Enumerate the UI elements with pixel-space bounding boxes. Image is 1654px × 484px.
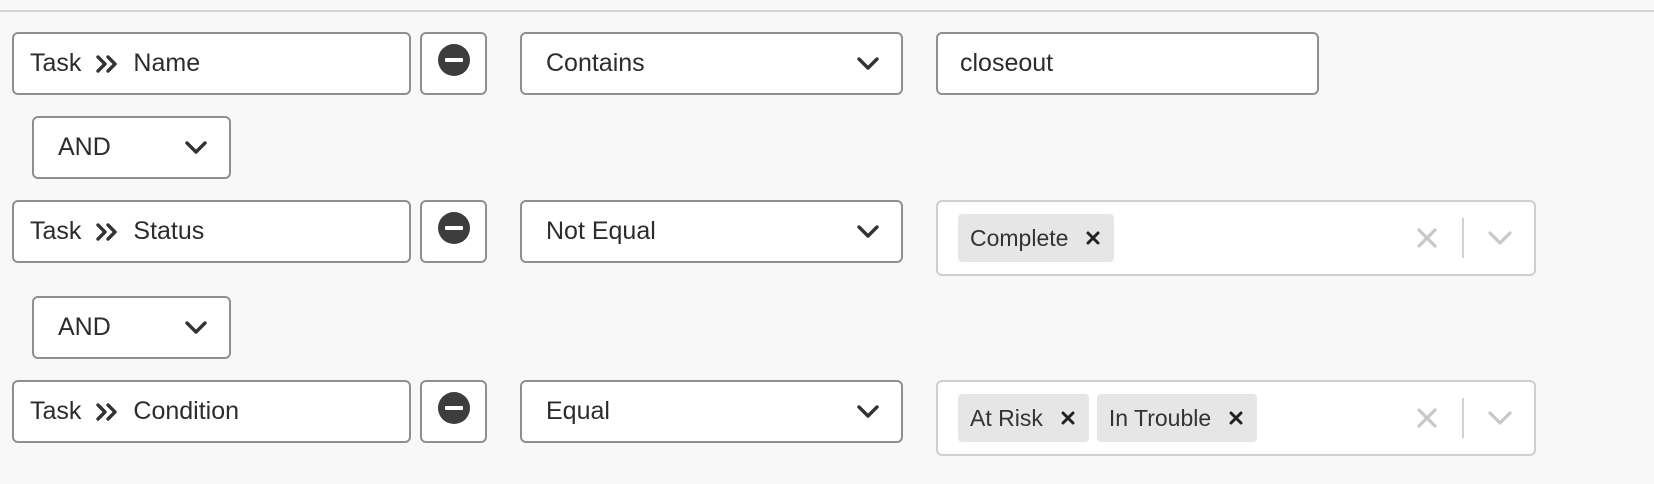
value-tag: Complete xyxy=(958,214,1115,262)
tag-label: At Risk xyxy=(970,404,1043,431)
operator-selected-value: Equal xyxy=(546,397,610,425)
field-attribute: Name xyxy=(133,49,201,77)
close-icon[interactable] xyxy=(1086,231,1100,245)
minus-circle-icon xyxy=(437,43,471,84)
operator-selected-value: Not Equal xyxy=(546,217,656,245)
field-entity: Task xyxy=(30,217,82,245)
field-entity: Task xyxy=(30,49,82,77)
close-icon[interactable] xyxy=(1061,411,1075,425)
tag-label: Complete xyxy=(970,224,1069,251)
close-icon[interactable] xyxy=(1229,411,1243,425)
value-multiselect[interactable]: Complete xyxy=(936,200,1536,276)
operator-dropdown[interactable]: Contains xyxy=(520,32,903,95)
value-tag: In Trouble xyxy=(1096,394,1258,442)
field-attribute: Status xyxy=(133,217,205,245)
field-entity: Task xyxy=(30,397,82,425)
minus-circle-icon xyxy=(437,211,471,252)
logic-operator-dropdown[interactable]: AND xyxy=(32,116,231,179)
filter-field-condition[interactable]: Task Condition xyxy=(12,380,411,443)
chevron-down-icon xyxy=(857,404,879,419)
minus-circle-icon xyxy=(437,391,471,432)
filter-field-status[interactable]: Task Status xyxy=(12,200,411,263)
value-multiselect[interactable]: At Risk In Trouble xyxy=(936,380,1536,456)
separator xyxy=(1462,398,1464,438)
value-text: closeout xyxy=(960,49,1054,77)
logic-operator-dropdown[interactable]: AND xyxy=(32,296,231,359)
separator xyxy=(1462,218,1464,258)
remove-condition-button[interactable] xyxy=(420,200,487,263)
clear-all-icon[interactable] xyxy=(1416,227,1438,249)
top-divider xyxy=(0,10,1654,12)
logic-selected-value: AND xyxy=(58,133,111,161)
chevron-down-icon[interactable] xyxy=(1488,411,1512,425)
double-chevron-right-icon xyxy=(95,222,121,242)
remove-condition-button[interactable] xyxy=(420,380,487,443)
field-attribute: Condition xyxy=(133,397,240,425)
value-tag: At Risk xyxy=(958,394,1089,442)
value-text-input[interactable]: closeout xyxy=(936,32,1319,95)
operator-selected-value: Contains xyxy=(546,49,645,77)
chevron-down-icon xyxy=(857,224,879,239)
operator-dropdown[interactable]: Not Equal xyxy=(520,200,903,263)
filter-field-name[interactable]: Task Name xyxy=(12,32,411,95)
clear-all-icon[interactable] xyxy=(1416,407,1438,429)
tag-label: In Trouble xyxy=(1108,404,1212,431)
logic-selected-value: AND xyxy=(58,313,111,341)
remove-condition-button[interactable] xyxy=(420,32,487,95)
chevron-down-icon[interactable] xyxy=(1488,231,1512,245)
chevron-down-icon xyxy=(857,56,879,71)
operator-dropdown[interactable]: Equal xyxy=(520,380,903,443)
chevron-down-icon xyxy=(185,320,207,335)
double-chevron-right-icon xyxy=(95,54,121,74)
chevron-down-icon xyxy=(185,140,207,155)
double-chevron-right-icon xyxy=(95,402,121,422)
